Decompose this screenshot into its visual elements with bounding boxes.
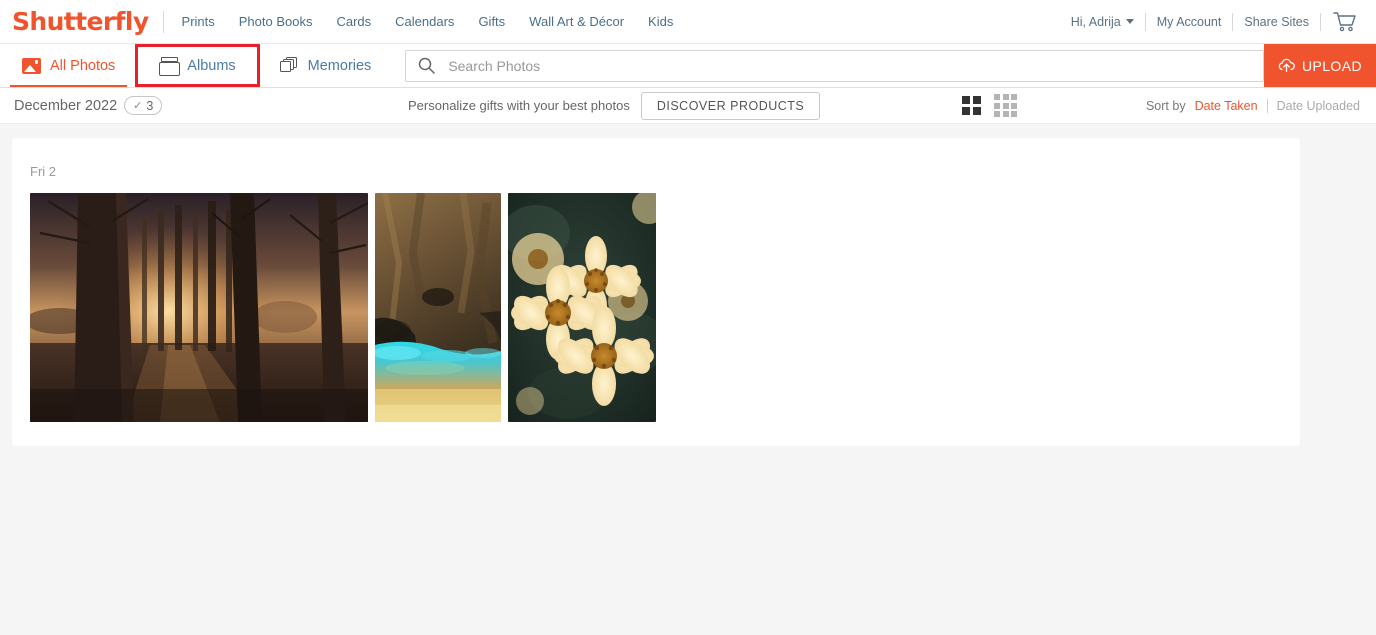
shopping-cart-icon: [1333, 12, 1356, 32]
nav-link-gifts[interactable]: Gifts: [478, 14, 505, 29]
chevron-down-icon: [1125, 19, 1134, 24]
photo-icon: [22, 57, 41, 74]
nav-link-cards[interactable]: Cards: [336, 14, 371, 29]
promo-banner: Personalize gifts with your best photos …: [408, 91, 821, 120]
search-input[interactable]: [446, 56, 1251, 75]
upload-button-label: UPLOAD: [1302, 57, 1362, 74]
gallery-toolbar: December 2022 ✓ 3 Personalize gifts with…: [0, 88, 1376, 124]
nav-link-kids[interactable]: Kids: [648, 14, 673, 29]
my-account-link[interactable]: My Account: [1146, 15, 1233, 29]
sort-option-date-taken[interactable]: Date Taken: [1195, 99, 1258, 113]
top-navigation-bar: Shutterfly Prints Photo Books Cards Cale…: [0, 0, 1376, 44]
discover-products-button[interactable]: DISCOVER PRODUCTS: [640, 91, 821, 120]
misty-forest-sunset-image: [30, 193, 368, 422]
month-header: December 2022 ✓ 3: [14, 96, 163, 115]
sort-by-label: Sort by: [1145, 98, 1186, 113]
photo-thumbnail[interactable]: [30, 193, 368, 422]
tab-memories[interactable]: Memories: [258, 44, 394, 87]
cloud-upload-icon: [1278, 58, 1295, 73]
album-icon: [159, 57, 181, 76]
photo-thumbnail-row: [30, 193, 1300, 422]
main-navigation: Prints Photo Books Cards Calendars Gifts…: [182, 14, 674, 29]
account-navigation: Hi, Adrija My Account Share Sites: [1060, 11, 1360, 32]
account-greeting-label: Hi, Adrija: [1070, 14, 1121, 29]
promo-text: Personalize gifts with your best photos: [408, 98, 630, 113]
view-toggle-group: [962, 94, 1017, 117]
logo-divider: [162, 10, 164, 33]
memories-stack-icon: [279, 57, 299, 74]
yellow-flowers-image: [508, 193, 656, 422]
nav-link-wall-art-decor[interactable]: Wall Art & Décor: [529, 14, 624, 29]
photo-group-card: Fri 2: [12, 138, 1300, 446]
search-icon: [419, 57, 436, 74]
selected-count-value: 3: [146, 98, 154, 113]
month-label-text: December 2022: [14, 97, 118, 114]
selected-count-badge[interactable]: ✓ 3: [124, 96, 163, 115]
photo-group-date: Fri 2: [30, 164, 56, 179]
search-box[interactable]: [405, 49, 1264, 82]
grid-2x2-icon[interactable]: [962, 96, 981, 115]
tab-all-photos[interactable]: All Photos: [0, 44, 137, 87]
share-sites-link[interactable]: Share Sites: [1233, 15, 1320, 29]
nav-link-photo-books[interactable]: Photo Books: [239, 14, 313, 29]
tab-albums-label: Albums: [187, 57, 236, 74]
upload-button[interactable]: UPLOAD: [1264, 44, 1376, 87]
sort-controls: Sort by Date Taken Date Uploaded: [1145, 98, 1360, 113]
photo-thumbnail[interactable]: [375, 193, 501, 422]
cave-turquoise-water-image: [375, 193, 501, 422]
tab-albums[interactable]: Albums: [135, 44, 260, 87]
photos-tab-bar: All Photos Albums Memories UPLOAD: [0, 44, 1376, 88]
tab-all-photos-label: All Photos: [50, 57, 116, 74]
photo-thumbnail[interactable]: [508, 193, 656, 422]
grid-3x3-icon[interactable]: [994, 94, 1017, 117]
shopping-cart-button[interactable]: [1321, 11, 1360, 32]
check-icon: ✓: [133, 100, 143, 112]
shutterfly-logo[interactable]: Shutterfly: [12, 9, 163, 34]
nav-link-prints[interactable]: Prints: [182, 14, 215, 29]
search-container: [393, 44, 1264, 87]
tab-memories-label: Memories: [307, 57, 372, 74]
gallery-content: Fri 2: [0, 124, 1376, 446]
sort-option-date-uploaded[interactable]: Date Uploaded: [1277, 99, 1360, 113]
account-greeting-menu[interactable]: Hi, Adrija: [1060, 15, 1145, 29]
sort-divider: [1266, 98, 1268, 113]
nav-link-calendars[interactable]: Calendars: [395, 14, 454, 29]
